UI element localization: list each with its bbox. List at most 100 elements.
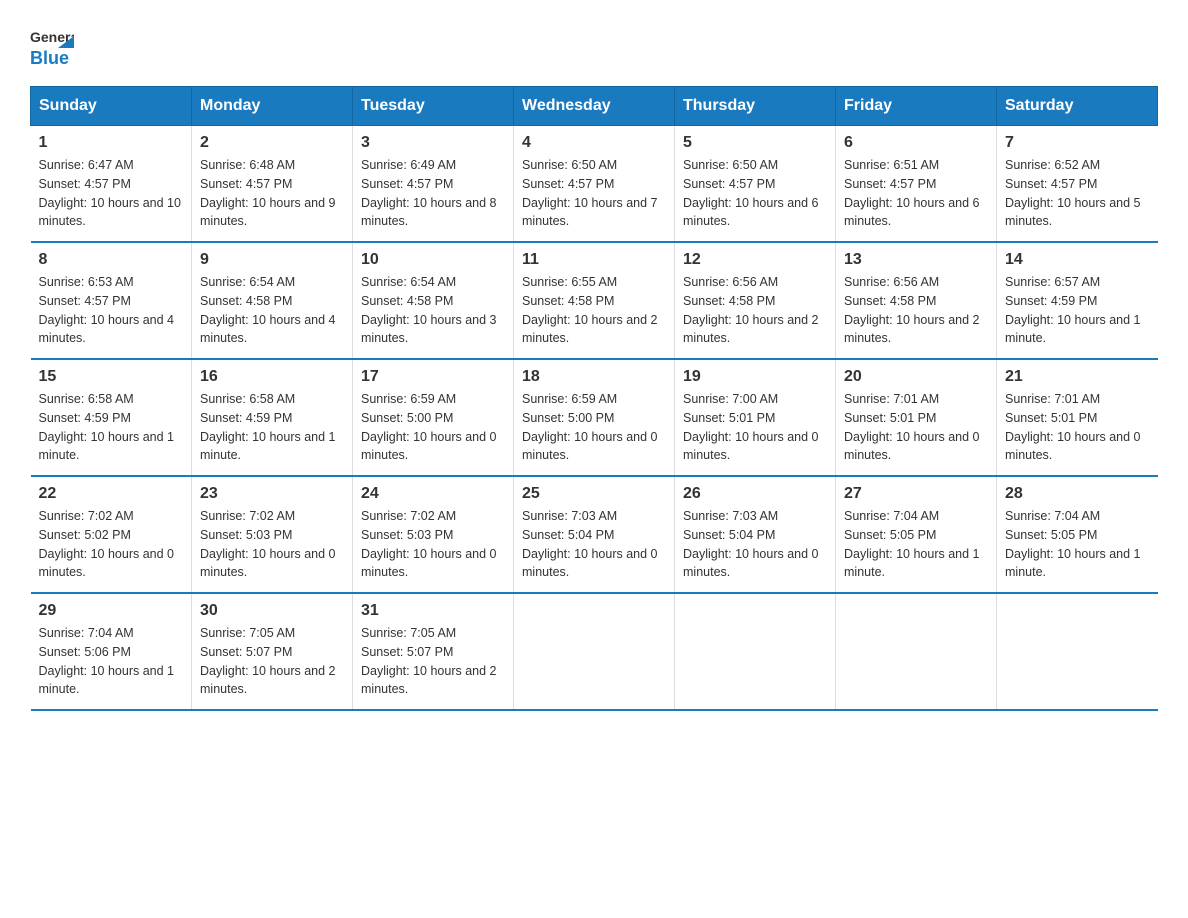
day-info: Sunrise: 6:56 AMSunset: 4:58 PMDaylight:… — [683, 273, 827, 348]
day-number: 14 — [1005, 251, 1150, 269]
day-number: 11 — [522, 251, 666, 269]
day-info: Sunrise: 6:51 AMSunset: 4:57 PMDaylight:… — [844, 156, 988, 231]
day-number: 31 — [361, 602, 505, 620]
day-number: 20 — [844, 368, 988, 386]
day-cell: 6 Sunrise: 6:51 AMSunset: 4:57 PMDaylight… — [836, 126, 997, 243]
day-info: Sunrise: 7:03 AMSunset: 5:04 PMDaylight:… — [683, 507, 827, 582]
day-number: 28 — [1005, 485, 1150, 503]
day-cell: 25 Sunrise: 7:03 AMSunset: 5:04 PMDayligh… — [514, 476, 675, 593]
col-header-wednesday: Wednesday — [514, 87, 675, 126]
day-cell — [997, 593, 1158, 710]
day-info: Sunrise: 7:05 AMSunset: 5:07 PMDaylight:… — [361, 624, 505, 699]
day-cell — [836, 593, 997, 710]
day-number: 25 — [522, 485, 666, 503]
day-cell: 13 Sunrise: 6:56 AMSunset: 4:58 PMDayligh… — [836, 242, 997, 359]
day-info: Sunrise: 7:03 AMSunset: 5:04 PMDaylight:… — [522, 507, 666, 582]
day-info: Sunrise: 7:04 AMSunset: 5:06 PMDaylight:… — [39, 624, 184, 699]
day-number: 13 — [844, 251, 988, 269]
day-info: Sunrise: 6:59 AMSunset: 5:00 PMDaylight:… — [361, 390, 505, 465]
day-number: 10 — [361, 251, 505, 269]
day-info: Sunrise: 7:02 AMSunset: 5:02 PMDaylight:… — [39, 507, 184, 582]
day-cell: 28 Sunrise: 7:04 AMSunset: 5:05 PMDayligh… — [997, 476, 1158, 593]
day-info: Sunrise: 7:04 AMSunset: 5:05 PMDaylight:… — [1005, 507, 1150, 582]
day-info: Sunrise: 7:01 AMSunset: 5:01 PMDaylight:… — [844, 390, 988, 465]
day-info: Sunrise: 6:59 AMSunset: 5:00 PMDaylight:… — [522, 390, 666, 465]
calendar-table: SundayMondayTuesdayWednesdayThursdayFrid… — [30, 86, 1158, 711]
day-number: 9 — [200, 251, 344, 269]
day-number: 27 — [844, 485, 988, 503]
day-number: 22 — [39, 485, 184, 503]
day-cell: 26Sunrise: 7:03 AMSunset: 5:04 PMDayligh… — [675, 476, 836, 593]
day-info: Sunrise: 6:53 AMSunset: 4:57 PMDaylight:… — [39, 273, 184, 348]
day-info: Sunrise: 6:54 AMSunset: 4:58 PMDaylight:… — [200, 273, 344, 348]
day-number: 6 — [844, 134, 988, 152]
day-cell: 24 Sunrise: 7:02 AMSunset: 5:03 PMDayligh… — [353, 476, 514, 593]
day-number: 7 — [1005, 134, 1150, 152]
day-cell — [514, 593, 675, 710]
day-number: 24 — [361, 485, 505, 503]
week-row-5: 29 Sunrise: 7:04 AMSunset: 5:06 PMDayligh… — [31, 593, 1158, 710]
col-header-sunday: Sunday — [31, 87, 192, 126]
col-header-tuesday: Tuesday — [353, 87, 514, 126]
day-cell: 7 Sunrise: 6:52 AMSunset: 4:57 PMDaylight… — [997, 126, 1158, 243]
day-cell: 4 Sunrise: 6:50 AMSunset: 4:57 PMDaylight… — [514, 126, 675, 243]
day-info: Sunrise: 6:49 AMSunset: 4:57 PMDaylight:… — [361, 156, 505, 231]
day-cell: 27 Sunrise: 7:04 AMSunset: 5:05 PMDayligh… — [836, 476, 997, 593]
day-info: Sunrise: 6:56 AMSunset: 4:58 PMDaylight:… — [844, 273, 988, 348]
day-info: Sunrise: 7:02 AMSunset: 5:03 PMDaylight:… — [361, 507, 505, 582]
header-row: SundayMondayTuesdayWednesdayThursdayFrid… — [31, 87, 1158, 126]
day-cell: 8 Sunrise: 6:53 AMSunset: 4:57 PMDaylight… — [31, 242, 192, 359]
day-info: Sunrise: 7:05 AMSunset: 5:07 PMDaylight:… — [200, 624, 344, 699]
day-number: 23 — [200, 485, 344, 503]
day-info: Sunrise: 6:57 AMSunset: 4:59 PMDaylight:… — [1005, 273, 1150, 348]
day-number: 8 — [39, 251, 184, 269]
day-number: 16 — [200, 368, 344, 386]
day-cell: 29 Sunrise: 7:04 AMSunset: 5:06 PMDayligh… — [31, 593, 192, 710]
day-info: Sunrise: 6:50 AMSunset: 4:57 PMDaylight:… — [683, 156, 827, 231]
day-number: 12 — [683, 251, 827, 269]
day-number: 17 — [361, 368, 505, 386]
day-cell: 20 Sunrise: 7:01 AMSunset: 5:01 PMDayligh… — [836, 359, 997, 476]
day-cell: 17 Sunrise: 6:59 AMSunset: 5:00 PMDayligh… — [353, 359, 514, 476]
day-number: 21 — [1005, 368, 1150, 386]
week-row-1: 1Sunrise: 6:47 AMSunset: 4:57 PMDaylight… — [31, 126, 1158, 243]
day-cell: 10Sunrise: 6:54 AMSunset: 4:58 PMDayligh… — [353, 242, 514, 359]
day-cell: 12 Sunrise: 6:56 AMSunset: 4:58 PMDayligh… — [675, 242, 836, 359]
day-cell: 18Sunrise: 6:59 AMSunset: 5:00 PMDayligh… — [514, 359, 675, 476]
day-number: 29 — [39, 602, 184, 620]
col-header-friday: Friday — [836, 87, 997, 126]
svg-text:Blue: Blue — [30, 48, 69, 68]
page-header: General Blue — [30, 20, 1158, 68]
day-cell: 30 Sunrise: 7:05 AMSunset: 5:07 PMDayligh… — [192, 593, 353, 710]
day-number: 2 — [200, 134, 344, 152]
day-info: Sunrise: 7:01 AMSunset: 5:01 PMDaylight:… — [1005, 390, 1150, 465]
week-row-3: 15 Sunrise: 6:58 AMSunset: 4:59 PMDayligh… — [31, 359, 1158, 476]
logo-svg: General Blue — [30, 20, 74, 68]
week-row-4: 22 Sunrise: 7:02 AMSunset: 5:02 PMDayligh… — [31, 476, 1158, 593]
day-cell: 16 Sunrise: 6:58 AMSunset: 4:59 PMDayligh… — [192, 359, 353, 476]
day-cell: 11Sunrise: 6:55 AMSunset: 4:58 PMDayligh… — [514, 242, 675, 359]
day-cell: 23 Sunrise: 7:02 AMSunset: 5:03 PMDayligh… — [192, 476, 353, 593]
day-info: Sunrise: 6:58 AMSunset: 4:59 PMDaylight:… — [200, 390, 344, 465]
day-cell: 3Sunrise: 6:49 AMSunset: 4:57 PMDaylight… — [353, 126, 514, 243]
day-info: Sunrise: 6:50 AMSunset: 4:57 PMDaylight:… — [522, 156, 666, 231]
day-cell: 21 Sunrise: 7:01 AMSunset: 5:01 PMDayligh… — [997, 359, 1158, 476]
day-cell: 2 Sunrise: 6:48 AMSunset: 4:57 PMDaylight… — [192, 126, 353, 243]
day-info: Sunrise: 7:02 AMSunset: 5:03 PMDaylight:… — [200, 507, 344, 582]
day-cell: 19Sunrise: 7:00 AMSunset: 5:01 PMDayligh… — [675, 359, 836, 476]
col-header-saturday: Saturday — [997, 87, 1158, 126]
day-cell: 9 Sunrise: 6:54 AMSunset: 4:58 PMDaylight… — [192, 242, 353, 359]
day-info: Sunrise: 6:58 AMSunset: 4:59 PMDaylight:… — [39, 390, 184, 465]
col-header-monday: Monday — [192, 87, 353, 126]
day-number: 30 — [200, 602, 344, 620]
day-info: Sunrise: 7:04 AMSunset: 5:05 PMDaylight:… — [844, 507, 988, 582]
day-number: 4 — [522, 134, 666, 152]
week-row-2: 8 Sunrise: 6:53 AMSunset: 4:57 PMDaylight… — [31, 242, 1158, 359]
day-info: Sunrise: 6:48 AMSunset: 4:57 PMDaylight:… — [200, 156, 344, 231]
day-info: Sunrise: 6:52 AMSunset: 4:57 PMDaylight:… — [1005, 156, 1150, 231]
day-number: 15 — [39, 368, 184, 386]
day-cell: 5Sunrise: 6:50 AMSunset: 4:57 PMDaylight… — [675, 126, 836, 243]
day-cell — [675, 593, 836, 710]
logo: General Blue — [30, 20, 74, 68]
col-header-thursday: Thursday — [675, 87, 836, 126]
